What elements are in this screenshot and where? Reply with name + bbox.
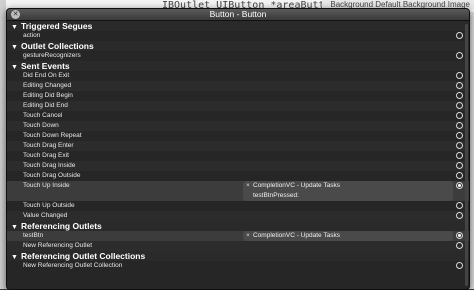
connection-row[interactable]: Editing Did Begin xyxy=(7,91,469,101)
connection-row[interactable]: Touch Drag Outside xyxy=(7,171,469,181)
panel-title: Button - Button xyxy=(209,9,267,19)
connections-list: ▼ Triggered Segues action ▼ Outlet Collectio… xyxy=(7,21,469,289)
remove-connection-icon[interactable]: × xyxy=(246,231,250,241)
connection-row[interactable]: New Referencing Outlet Collection xyxy=(7,261,469,271)
section-title: Referencing Outlets xyxy=(21,221,102,231)
connector-circle-icon[interactable] xyxy=(456,82,463,89)
connection-row[interactable]: Touch Cancel xyxy=(7,111,469,121)
connection-row[interactable]: Touch Drag Inside xyxy=(7,161,469,171)
connector-circle-icon[interactable] xyxy=(456,132,463,139)
connector-circle-icon[interactable] xyxy=(456,262,463,269)
connection-label: Touch Drag Enter xyxy=(23,142,74,149)
panel-titlebar: ✕ Button - Button xyxy=(7,9,469,21)
connection-target: × CompletionVC - Update Tasks testBtnPress… xyxy=(243,181,453,201)
connection-target-line: × CompletionVC - Update Tasks xyxy=(243,181,453,191)
section-header[interactable]: ▼ Outlet Collections xyxy=(7,41,469,51)
connection-target: × CompletionVC - Update Tasks xyxy=(243,231,453,241)
connection-label: Touch Drag Inside xyxy=(23,162,76,169)
scrollbar[interactable] xyxy=(465,24,468,286)
connection-label: New Referencing Outlet Collection xyxy=(23,262,123,269)
connection-row[interactable]: action xyxy=(7,31,469,41)
section-title: Triggered Segues xyxy=(21,21,93,31)
connector-circle-icon[interactable] xyxy=(456,112,463,119)
connection-row[interactable]: Touch Down Repeat xyxy=(7,131,469,141)
connection-target-line: × CompletionVC - Update Tasks xyxy=(243,231,453,241)
connection-target-text: testBtnPressed: xyxy=(253,192,299,199)
connector-circle-icon[interactable] xyxy=(456,102,463,109)
connector-circle-icon[interactable] xyxy=(456,92,463,99)
connection-row[interactable]: testBtn × CompletionVC - Update Tasks xyxy=(7,231,469,241)
connection-label: Touch Down Repeat xyxy=(23,132,82,139)
connector-circle-icon[interactable] xyxy=(456,72,463,79)
connection-label: New Referencing Outlet xyxy=(23,242,93,249)
connection-row[interactable]: Touch Up Inside × CompletionVC - Update Ta… xyxy=(7,181,469,201)
connector-circle-icon[interactable] xyxy=(456,162,463,169)
connection-row[interactable]: Did End On Exit xyxy=(7,71,469,81)
connector-circle-icon[interactable] xyxy=(456,142,463,149)
connector-circle-icon[interactable] xyxy=(456,122,463,129)
connection-target-text: CompletionVC - Update Tasks xyxy=(253,182,340,189)
connection-label: Touch Up Outside xyxy=(23,202,75,209)
section-header[interactable]: ▼ Sent Events xyxy=(7,61,469,71)
connections-panel: ✕ Button - Button ▼ Triggered Segues actio… xyxy=(6,8,470,290)
section-title: Outlet Collections xyxy=(21,41,94,51)
connection-label: Touch Up Inside xyxy=(23,182,70,189)
connection-row[interactable]: Touch Up Outside xyxy=(7,201,469,211)
section-header[interactable]: ▼ Referencing Outlet Collections xyxy=(7,251,469,261)
connector-circle-icon[interactable] xyxy=(456,182,463,189)
connection-row[interactable]: Touch Drag Exit xyxy=(7,151,469,161)
connection-label: testBtn xyxy=(23,232,44,239)
connector-circle-icon[interactable] xyxy=(456,242,463,249)
connection-label: Touch Down xyxy=(23,122,59,129)
connector-circle-icon[interactable] xyxy=(456,32,463,39)
close-icon[interactable]: ✕ xyxy=(11,10,20,19)
connector-circle-icon[interactable] xyxy=(456,232,463,239)
connection-row[interactable]: Editing Changed xyxy=(7,81,469,91)
connection-label: Editing Did End xyxy=(23,102,68,109)
connection-label: Did End On Exit xyxy=(23,72,70,79)
section-title: Referencing Outlet Collections xyxy=(21,251,146,261)
connector-circle-icon[interactable] xyxy=(456,172,463,179)
connection-label: Value Changed xyxy=(23,212,68,219)
connection-label: Touch Drag Exit xyxy=(23,152,69,159)
connection-label: Touch Cancel xyxy=(23,112,63,119)
connection-row[interactable]: Value Changed xyxy=(7,211,469,221)
connection-row[interactable]: Touch Drag Enter xyxy=(7,141,469,151)
connection-row[interactable]: Touch Down xyxy=(7,121,469,131)
connection-label: gestureRecognizers xyxy=(23,52,81,59)
connection-target-line: testBtnPressed: xyxy=(243,191,453,201)
connector-circle-icon[interactable] xyxy=(456,52,463,59)
section-title: Sent Events xyxy=(21,61,70,71)
connector-circle-icon[interactable] xyxy=(456,152,463,159)
connection-row[interactable]: New Referencing Outlet xyxy=(7,241,469,251)
connection-row[interactable]: Editing Did End xyxy=(7,101,469,111)
connection-label: Editing Changed xyxy=(23,82,72,89)
remove-connection-icon[interactable]: × xyxy=(246,181,250,191)
connection-label: Editing Did Begin xyxy=(23,92,73,99)
connector-circle-icon[interactable] xyxy=(456,212,463,219)
section-header[interactable]: ▼ Triggered Segues xyxy=(7,21,469,31)
connection-target-text: CompletionVC - Update Tasks xyxy=(253,232,340,239)
connection-row[interactable]: gestureRecognizers xyxy=(7,51,469,61)
connection-label: action xyxy=(23,32,41,39)
connector-circle-icon[interactable] xyxy=(456,202,463,209)
connection-label: Touch Drag Outside xyxy=(23,172,81,179)
section-header[interactable]: ▼ Referencing Outlets xyxy=(7,221,469,231)
